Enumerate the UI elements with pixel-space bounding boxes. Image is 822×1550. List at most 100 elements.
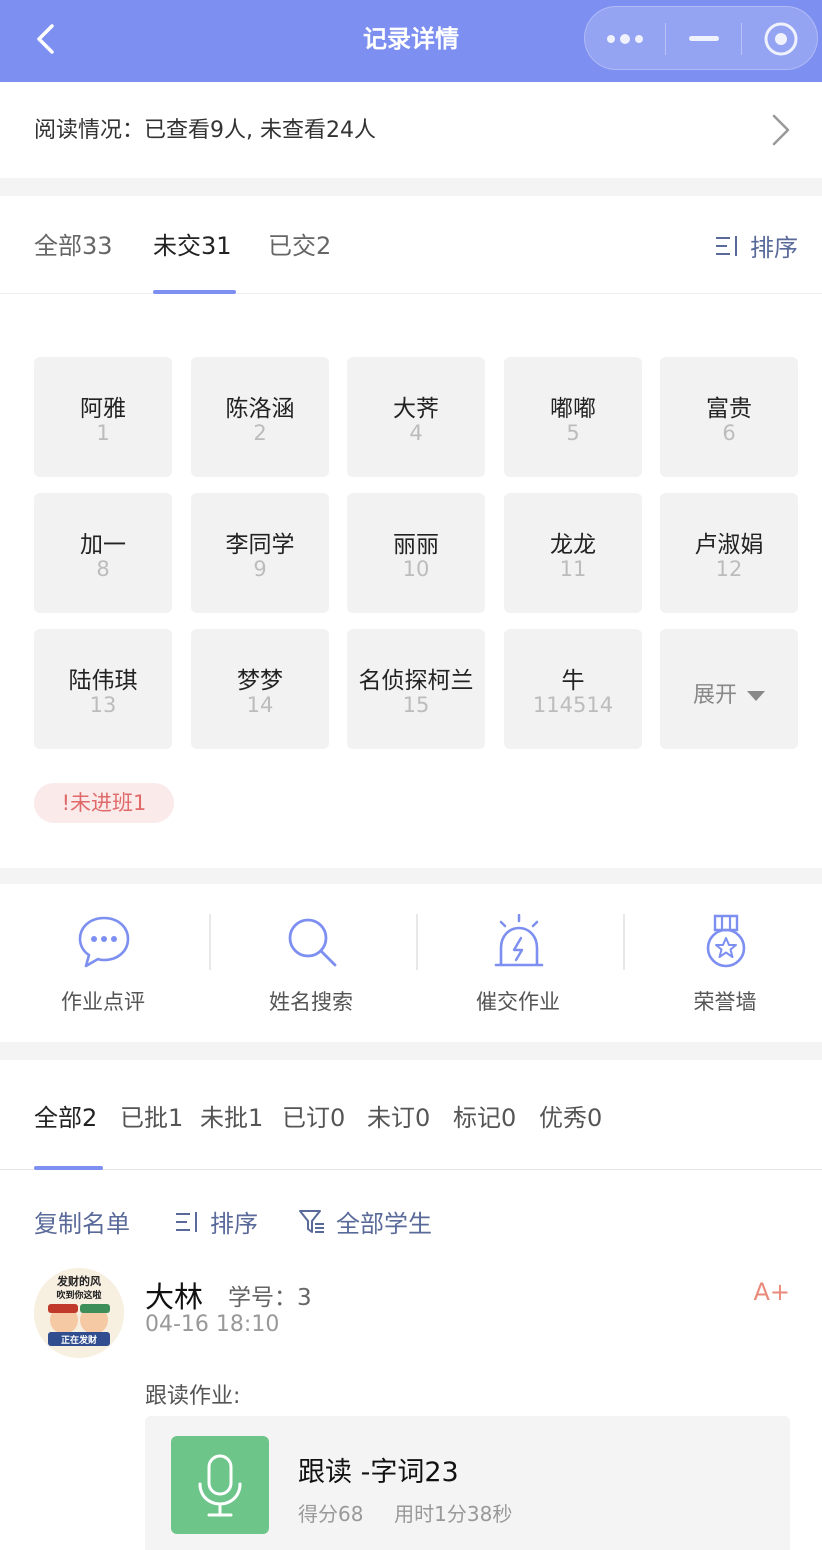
homework-review-tool[interactable]: 作业点评	[0, 884, 206, 1042]
homework-card[interactable]: 跟读 -字词23 得分68 用时1分38秒	[145, 1416, 790, 1550]
expand-button[interactable]: 展开	[660, 629, 798, 749]
filter-tab-excellent[interactable]: 优秀0	[539, 1098, 602, 1133]
student-name: 牛	[561, 668, 585, 694]
student-number: 114514	[532, 693, 614, 717]
not-joined-badge[interactable]: !未进班1	[34, 783, 174, 823]
copy-list-label: 复制名单	[34, 1210, 130, 1238]
filter-tab-marked[interactable]: 标记0	[453, 1098, 516, 1133]
microphone-icon	[198, 1454, 242, 1517]
more-dots-icon[interactable]	[585, 7, 665, 71]
student-name: 加一	[80, 532, 126, 558]
student-cell[interactable]: 卢淑娟 12	[660, 493, 798, 613]
tab-all[interactable]: 全部33	[34, 226, 113, 261]
homework-score: 得分68	[298, 1502, 364, 1526]
search-icon	[288, 918, 337, 967]
student-name: 富贵	[706, 396, 752, 422]
medal-icon	[706, 914, 746, 968]
student-cell[interactable]: 牛 114514	[504, 629, 642, 749]
student-name: 卢淑娟	[694, 532, 764, 558]
student-number: 5	[566, 421, 580, 445]
urge-submit-tool[interactable]: 催交作业	[415, 884, 621, 1042]
student-cell[interactable]: 嘟嘟 5	[504, 357, 642, 477]
expand-label-wrap: 展开	[660, 677, 798, 709]
student-cell[interactable]: 大荠 4	[347, 357, 485, 477]
student-number: 8	[96, 557, 110, 581]
tool-label: 作业点评	[61, 990, 145, 1014]
student-number: 1	[96, 421, 110, 445]
student-number: 15	[402, 693, 430, 717]
student-cell[interactable]: 梦梦 14	[191, 629, 329, 749]
reading-status-row[interactable]: 阅读情况：已查看9人, 未查看24人	[0, 82, 822, 178]
nav-bar: 记录详情	[0, 0, 822, 82]
tool-bar: 作业点评 姓名搜索 催交作业 荣誉墙	[0, 884, 822, 1042]
avatar-caption-bottom: 正在发财	[61, 1334, 97, 1346]
student-number: 2	[253, 421, 267, 445]
homework-type-label: 跟读作业:	[145, 1384, 241, 1409]
grade-badge[interactable]: A+	[753, 1278, 790, 1306]
homework-title: 跟读 -字词23	[298, 1457, 459, 1488]
student-name: 龙龙	[550, 532, 596, 558]
tab-submitted[interactable]: 已交2	[268, 226, 331, 261]
submission-tabs: 全部33 未交31 已交2 排序	[0, 196, 822, 294]
submission-card: 全部33 未交31 已交2 排序 阿雅 1 陈洛涵 2 大荠 4 嘟嘟 5 富贵 6 加一…	[0, 196, 822, 868]
student-number: 12	[715, 557, 743, 581]
close-circle-icon[interactable]	[743, 7, 819, 71]
filter-tab-reviewed[interactable]: 已批1	[120, 1098, 183, 1133]
student-cell[interactable]: 加一 8	[34, 493, 172, 613]
student-cell[interactable]: 龙龙 11	[504, 493, 642, 613]
expand-label: 展开	[692, 683, 737, 708]
student-name: 阿雅	[80, 396, 126, 422]
student-filter-button[interactable]: 全部学生	[298, 1204, 432, 1239]
sort-icon	[176, 1211, 197, 1232]
student-cell[interactable]: 名侦探柯兰 15	[347, 629, 485, 749]
filter-icon	[299, 1209, 324, 1233]
triangle-down-icon	[747, 691, 765, 701]
name-search-tool[interactable]: 姓名搜索	[208, 884, 414, 1042]
minimize-icon[interactable]	[667, 7, 741, 71]
student-number: 4	[409, 421, 423, 445]
student-number: 14	[246, 693, 274, 717]
honor-wall-tool[interactable]: 荣誉墙	[622, 884, 822, 1042]
homework-duration: 用时1分38秒	[394, 1502, 513, 1526]
student-number: 学号：3	[228, 1285, 312, 1311]
student-cell[interactable]: 富贵 6	[660, 357, 798, 477]
tool-label: 催交作业	[476, 990, 560, 1014]
filter-tab-unreviewed[interactable]: 未批1	[200, 1098, 263, 1133]
tool-label: 姓名搜索	[269, 990, 353, 1014]
filter-tab-all[interactable]: 全部2	[34, 1098, 97, 1133]
tool-label: 荣誉墙	[693, 990, 757, 1014]
sort-button[interactable]: 排序	[714, 228, 798, 263]
student-cell[interactable]: 陈洛涵 2	[191, 357, 329, 477]
reading-status-text: 阅读情况：已查看9人, 未查看24人	[34, 118, 376, 143]
list-sort-button[interactable]: 排序	[174, 1204, 258, 1239]
microphone-tile	[171, 1436, 269, 1534]
student-cell[interactable]: 阿雅 1	[34, 357, 172, 477]
tab-not-submitted[interactable]: 未交31	[153, 226, 232, 261]
copy-list-button[interactable]: 复制名单	[34, 1204, 130, 1239]
student-number: 13	[89, 693, 117, 717]
chat-bubble-icon	[78, 916, 130, 968]
list-sort-label: 排序	[210, 1210, 258, 1238]
filter-tab-uncorrected[interactable]: 未订0	[367, 1098, 430, 1133]
alarm-icon	[494, 914, 544, 967]
mini-program-capsule	[584, 6, 818, 70]
chevron-right-icon	[772, 114, 790, 146]
student-number: 10	[402, 557, 430, 581]
tab-active-indicator	[153, 290, 236, 294]
student-cell[interactable]: 丽丽 10	[347, 493, 485, 613]
filter-tab-indicator	[34, 1166, 103, 1170]
avatar-caption-mid: 吹到你这啦	[56, 1289, 101, 1301]
student-name: 名侦探柯兰	[358, 668, 474, 694]
student-number: 11	[559, 557, 587, 581]
student-name: 嘟嘟	[550, 396, 596, 422]
sort-icon	[716, 235, 737, 256]
avatar-caption-top: 发财的风	[56, 1274, 101, 1288]
student-cell[interactable]: 李同学 9	[191, 493, 329, 613]
avatar[interactable]: 发财的风 吹到你这啦 正在发财	[34, 1268, 124, 1358]
filter-tab-corrected[interactable]: 已订0	[282, 1098, 345, 1133]
student-cell[interactable]: 陆伟琪 13	[34, 629, 172, 749]
student-number: 6	[722, 421, 736, 445]
record-list-card: 全部2 已批1 未批1 已订0 未订0 标记0 优秀0 复制名单 排序 全部学生…	[0, 1060, 822, 1550]
filter-tabs: 全部2 已批1 未批1 已订0 未订0 标记0 优秀0	[0, 1060, 822, 1170]
submit-time: 04-16 18:10	[145, 1312, 280, 1337]
